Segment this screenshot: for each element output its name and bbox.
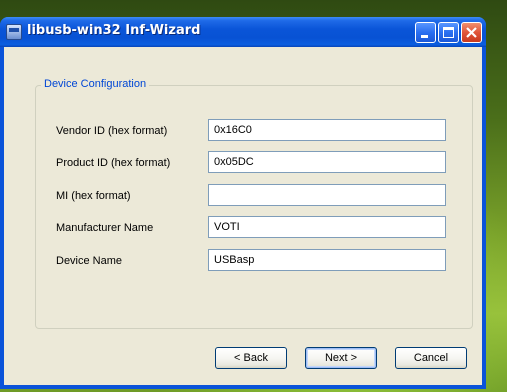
back-button[interactable]: < Back bbox=[215, 347, 287, 369]
minimize-button[interactable] bbox=[415, 22, 436, 43]
close-button[interactable] bbox=[461, 22, 482, 43]
title-bar[interactable]: libusb-win32 Inf-Wizard bbox=[0, 17, 486, 47]
cancel-button[interactable]: Cancel bbox=[395, 347, 467, 369]
wizard-window: libusb-win32 Inf-Wizard Device Configura… bbox=[0, 17, 486, 389]
vendor-id-input[interactable] bbox=[208, 119, 446, 141]
device-name-label: Device Name bbox=[56, 255, 123, 267]
minimize-icon bbox=[421, 35, 428, 38]
group-legend: Device Configuration bbox=[41, 78, 150, 90]
mi-input[interactable] bbox=[208, 184, 446, 206]
next-button[interactable]: Next > bbox=[305, 347, 377, 369]
manufacturer-name-label: Manufacturer Name bbox=[56, 222, 154, 234]
manufacturer-name-input[interactable] bbox=[208, 216, 446, 238]
vendor-id-label: Vendor ID (hex format) bbox=[56, 125, 168, 137]
device-name-input[interactable] bbox=[208, 249, 446, 271]
product-id-label: Product ID (hex format) bbox=[56, 157, 171, 169]
dialog-client-area: Device Configuration Vendor ID (hex form… bbox=[4, 47, 482, 385]
close-icon bbox=[466, 27, 477, 38]
window-title: libusb-win32 Inf-Wizard bbox=[27, 23, 201, 38]
usb-app-icon bbox=[6, 24, 22, 40]
product-id-input[interactable] bbox=[208, 151, 446, 173]
maximize-button[interactable] bbox=[438, 22, 459, 43]
maximize-icon bbox=[443, 27, 454, 38]
mi-label: MI (hex format) bbox=[56, 190, 131, 202]
